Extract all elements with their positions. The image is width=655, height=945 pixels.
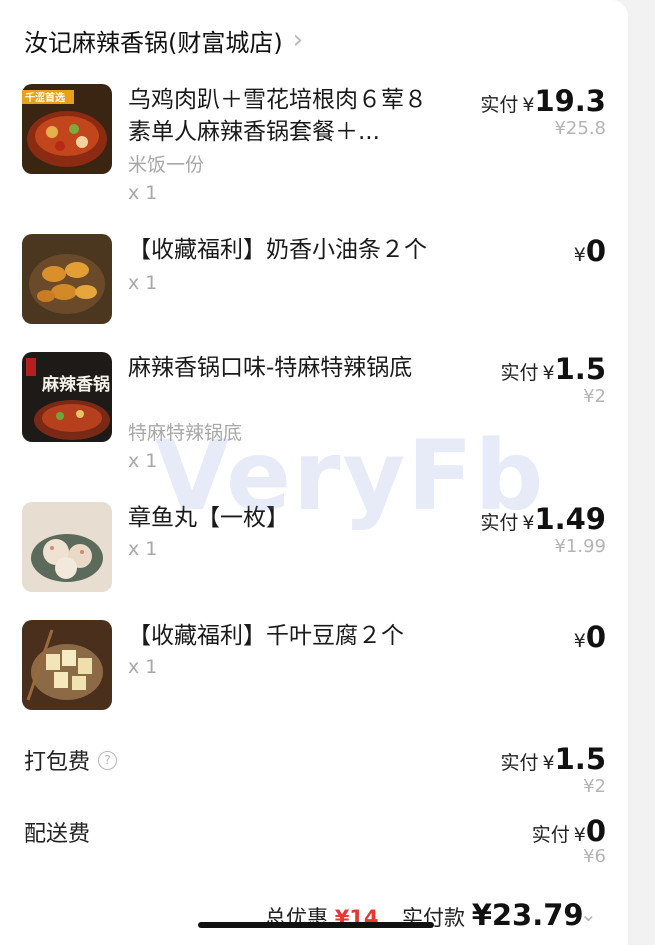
item-original-price: ¥25.8 xyxy=(554,118,606,139)
fee-label: 打包费? xyxy=(24,744,118,776)
item-qty: x 1 xyxy=(128,656,158,678)
item-paid-price: ¥0 xyxy=(573,620,606,654)
item-thumbnail[interactable]: 麻辣香锅 xyxy=(22,352,112,442)
chevron-right-icon[interactable]: › xyxy=(293,25,303,55)
item-thumbnail[interactable]: 千涩首选 xyxy=(22,84,112,174)
item-qty: x 1 xyxy=(128,272,158,294)
item-name: 【收藏福利】千叶豆腐２个 xyxy=(128,623,404,649)
item-thumbnail[interactable] xyxy=(22,620,112,710)
chevron-down-icon[interactable]: ⌄ xyxy=(580,902,597,926)
item-thumbnail[interactable] xyxy=(22,234,112,324)
shop-name[interactable]: 汝记麻辣香锅(财富城店) xyxy=(24,23,283,58)
item-name: 章鱼丸【一枚】 xyxy=(128,505,289,531)
help-icon[interactable]: ? xyxy=(98,750,118,770)
item-sub: 米饭一份 xyxy=(128,154,205,176)
item-paid-price: 实付 ¥1.5 xyxy=(500,352,606,386)
item-original-price: ¥1.99 xyxy=(554,536,606,557)
item-paid-price: ¥0 xyxy=(573,234,606,268)
hotpot-image: 千涩首选 xyxy=(22,84,112,174)
home-indicator[interactable] xyxy=(198,922,434,928)
item-qty: x 1 xyxy=(128,182,158,204)
item-paid-price: 实付 ¥1.49 xyxy=(480,502,606,536)
item-name: 麻辣香锅口味-特麻特辣锅底 xyxy=(128,355,413,381)
shop-header[interactable]: 汝记麻辣香锅(财富城店) › xyxy=(24,20,303,60)
soup-base-image: 麻辣香锅 xyxy=(22,352,112,442)
fried-dough-image xyxy=(22,234,112,324)
item-sub: 特麻特辣锅底 xyxy=(128,422,243,444)
item-paid-price: 实付 ¥19.3 xyxy=(480,84,606,118)
item-badge: 千涩首选 xyxy=(25,91,65,104)
fee-original-price: ¥6 xyxy=(583,846,606,867)
fee-label: 配送费 xyxy=(24,822,91,847)
item-name: 乌鸡肉趴＋雪花培根肉６荤８素单人麻辣香锅套餐＋... xyxy=(128,87,427,145)
fee-paid-price: 实付 ¥1.5 xyxy=(500,742,606,776)
tofu-image xyxy=(22,620,112,710)
item-qty: x 1 xyxy=(128,538,158,560)
item-thumbnail[interactable] xyxy=(22,502,112,592)
item-qty: x 1 xyxy=(128,450,158,472)
item-name: 【收藏福利】奶香小油条２个 xyxy=(128,237,427,263)
order-summary: 总优惠 ¥14 实付款 ¥23.79 ⌄ xyxy=(0,890,628,945)
item-badge: 麻辣香锅 xyxy=(41,374,110,395)
fee-original-price: ¥2 xyxy=(583,776,606,797)
octopus-ball-image xyxy=(22,502,112,592)
item-original-price: ¥2 xyxy=(583,386,606,407)
fee-paid-price: 实付 ¥0 xyxy=(531,814,606,848)
order-card: 汝记麻辣香锅(财富城店) › 千涩首选 乌鸡肉趴＋雪花培根肉６荤８素单人麻辣香锅… xyxy=(0,0,628,945)
